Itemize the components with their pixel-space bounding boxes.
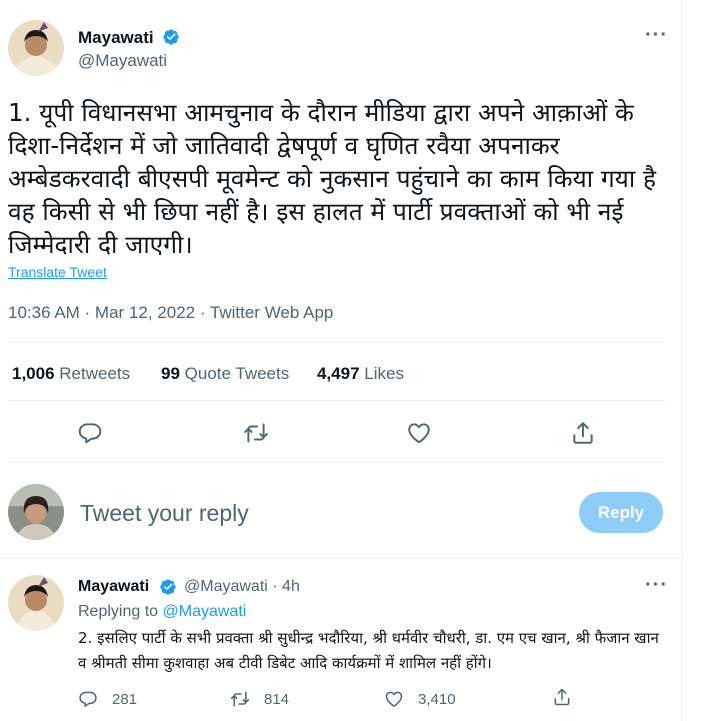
retweet-icon (230, 691, 250, 707)
retweet-action[interactable]: 814 (230, 688, 289, 710)
verified-badge-icon (163, 29, 179, 45)
current-user-avatar[interactable] (8, 484, 64, 540)
share-icon[interactable] (570, 420, 596, 446)
reply-icon (79, 691, 97, 707)
author-handle[interactable]: @Mayawati (78, 51, 167, 71)
reply-time[interactable]: · 4h (272, 578, 300, 595)
reply-input[interactable]: Tweet your reply (80, 500, 249, 527)
retweet-count: 814 (264, 690, 290, 708)
share-action[interactable] (552, 686, 586, 708)
reply-author-avatar[interactable] (8, 575, 64, 631)
replying-to-handle-link[interactable]: @Mayawati (163, 603, 247, 620)
verified-badge-icon (160, 579, 176, 595)
retweet-icon[interactable] (243, 420, 269, 446)
divider (8, 400, 666, 401)
reply-author-handle[interactable]: @Mayawati · 4h (184, 578, 300, 596)
quote-tweets-stat[interactable]: 99 Quote Tweets (161, 364, 289, 384)
tweet-text: 1. यूपी विधानसभा आमचुनाव के दौरान मीडिया… (8, 98, 657, 259)
divider (0, 558, 683, 559)
reply-icon[interactable] (77, 420, 103, 446)
replying-to: Replying to @Mayawati (78, 603, 247, 620)
reply-action[interactable]: 281 (78, 688, 137, 710)
divider (8, 342, 666, 343)
tweet-timestamp[interactable]: 10:36 AM · Mar 12, 2022 · Twitter Web Ap… (8, 303, 333, 323)
like-count: 3,410 (418, 690, 456, 708)
author-name[interactable]: Mayawati (78, 28, 154, 48)
like-action[interactable]: 3,410 (384, 688, 456, 710)
more-options-icon[interactable]: ··· (645, 25, 668, 45)
reply-author-name[interactable]: Mayawati (78, 578, 149, 596)
heart-icon[interactable] (406, 420, 432, 446)
tweet-detail-panel: Mayawati @Mayawati ··· 1. यूपी विधानसभा … (0, 0, 683, 721)
translate-tweet-link[interactable]: Translate Tweet (8, 264, 107, 280)
retweets-stat[interactable]: 1,006 Retweets (12, 364, 130, 384)
heart-icon (385, 691, 403, 707)
divider (8, 462, 666, 463)
reply-count: 281 (112, 690, 138, 708)
reply-tweet-text: 2. इसलिए पार्टी के सभी प्रवक्ता श्री सुध… (78, 629, 659, 672)
likes-stat[interactable]: 4,497 Likes (317, 364, 404, 384)
reply-button[interactable]: Reply (579, 492, 663, 533)
author-avatar[interactable] (8, 20, 64, 76)
share-icon (554, 688, 570, 706)
more-options-icon[interactable]: ··· (645, 575, 668, 595)
